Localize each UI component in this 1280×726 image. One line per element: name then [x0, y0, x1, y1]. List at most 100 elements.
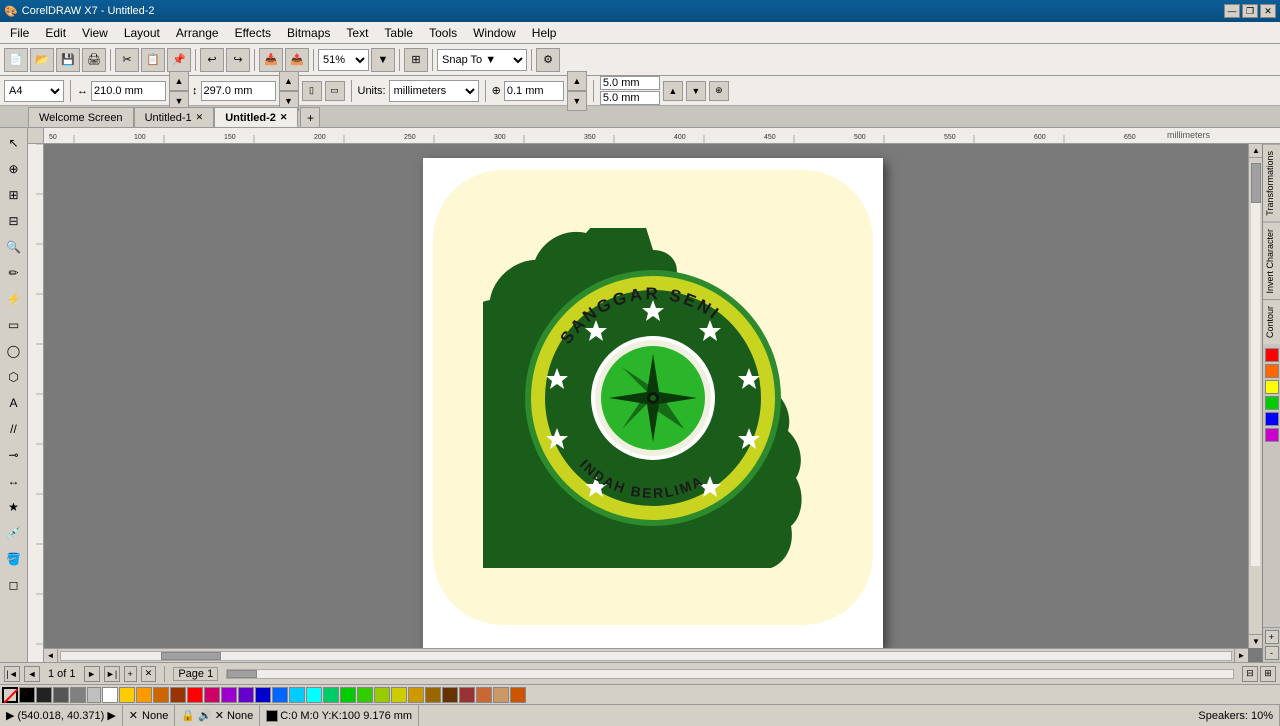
vertical-scrollbar[interactable]: ▲ ▼ — [1248, 144, 1262, 648]
nav-scroll-track[interactable] — [226, 669, 1234, 679]
next-page-btn[interactable]: ► — [84, 666, 100, 682]
tool-text[interactable]: A — [2, 391, 26, 415]
undo-button[interactable]: ↩ — [200, 48, 224, 72]
palette-gold[interactable] — [408, 687, 424, 703]
tab-add-button[interactable]: + — [300, 107, 320, 127]
options-btn[interactable]: ⚙ — [536, 48, 560, 72]
palette-purple[interactable] — [221, 687, 237, 703]
palette-brown[interactable] — [170, 687, 186, 703]
color-green[interactable] — [1265, 396, 1279, 410]
contour-panel[interactable]: Contour — [1263, 299, 1280, 344]
menu-table[interactable]: Table — [376, 24, 421, 42]
zoom-options[interactable]: ▼ — [371, 48, 395, 72]
tool-outline[interactable]: ◻ — [2, 573, 26, 597]
copy-button[interactable]: 📋 — [141, 48, 165, 72]
open-button[interactable]: 📂 — [30, 48, 54, 72]
menu-text[interactable]: Text — [338, 24, 376, 42]
palette-sienna[interactable] — [476, 687, 492, 703]
canvas-area[interactable]: SANGGAR SENI INDAH BERLIMA — [44, 144, 1262, 662]
menu-file[interactable]: File — [2, 24, 37, 42]
menu-arrange[interactable]: Arrange — [168, 24, 227, 42]
snap-to-select[interactable]: Snap To ▼ — [437, 49, 527, 71]
tab-untitled2-close[interactable]: ✕ — [280, 112, 288, 123]
color-blue[interactable] — [1265, 412, 1279, 426]
palette-midgray[interactable] — [70, 687, 86, 703]
palette-pink[interactable] — [204, 687, 220, 703]
palette-yellow-green[interactable] — [374, 687, 390, 703]
width-input[interactable] — [91, 81, 166, 101]
prev-page-btn[interactable]: ◄ — [24, 666, 40, 682]
menu-help[interactable]: Help — [524, 24, 565, 42]
tool-crop[interactable]: ⊟ — [2, 209, 26, 233]
play-button[interactable]: ▶ — [6, 709, 14, 722]
palette-aqua[interactable] — [306, 687, 322, 703]
palette-darkgray[interactable] — [36, 687, 52, 703]
width-up[interactable]: ▲ — [169, 71, 189, 91]
palette-black[interactable] — [19, 687, 35, 703]
scroll-left-button[interactable]: ◄ — [44, 649, 58, 663]
tool-transform[interactable]: ⊞ — [2, 183, 26, 207]
tool-interactive[interactable]: ★ — [2, 495, 26, 519]
no-fill-box[interactable] — [2, 687, 18, 703]
offset-up[interactable]: ▲ — [663, 81, 683, 101]
menu-view[interactable]: View — [74, 24, 116, 42]
full-screen[interactable]: ⊞ — [404, 48, 428, 72]
tool-ellipse[interactable]: ◯ — [2, 339, 26, 363]
print-button[interactable]: 🖨 — [82, 48, 106, 72]
menu-tools[interactable]: Tools — [421, 24, 465, 42]
horizontal-scrollbar[interactable]: ◄ ► — [44, 648, 1248, 662]
minimize-button[interactable]: — — [1224, 4, 1240, 18]
offset-down[interactable]: ▼ — [686, 81, 706, 101]
add-page-btn[interactable]: + — [124, 666, 137, 682]
tool-freehand[interactable]: ✏ — [2, 261, 26, 285]
palette-white[interactable] — [102, 687, 118, 703]
height-up[interactable]: ▲ — [279, 71, 299, 91]
portrait-btn[interactable]: ▯ — [302, 81, 322, 101]
zoom-in-button[interactable]: + — [1265, 630, 1279, 644]
menu-bitmaps[interactable]: Bitmaps — [279, 24, 338, 42]
invert-character-panel[interactable]: Invert Character — [1263, 222, 1280, 300]
tool-parallel[interactable]: // — [2, 417, 26, 441]
palette-orange[interactable] — [136, 687, 152, 703]
zoom-select[interactable]: 51% 100% 200% — [318, 49, 369, 71]
export-button[interactable]: 📤 — [285, 48, 309, 72]
delete-page-btn[interactable]: ✕ — [141, 666, 157, 682]
size-options[interactable]: ⊕ — [709, 81, 729, 101]
palette-red[interactable] — [187, 687, 203, 703]
new-button[interactable]: 📄 — [4, 48, 28, 72]
color-red[interactable] — [1265, 348, 1279, 362]
palette-maroon[interactable] — [459, 687, 475, 703]
offset-y-input[interactable] — [600, 91, 660, 105]
tool-rectangle[interactable]: ▭ — [2, 313, 26, 337]
restore-button[interactable]: ❐ — [1242, 4, 1258, 18]
palette-olive[interactable] — [391, 687, 407, 703]
menu-edit[interactable]: Edit — [37, 24, 74, 42]
scroll-up-button[interactable]: ▲ — [1249, 144, 1262, 158]
tool-polygon[interactable]: ⬡ — [2, 365, 26, 389]
color-yellow[interactable] — [1265, 380, 1279, 394]
height-input[interactable] — [201, 81, 276, 101]
offset-x-input[interactable] — [600, 76, 660, 90]
scroll-track-v[interactable] — [1251, 163, 1260, 566]
palette-teal[interactable] — [323, 687, 339, 703]
scroll-thumb-v[interactable] — [1251, 163, 1261, 203]
landscape-btn[interactable]: ▭ — [325, 81, 345, 101]
tool-connector[interactable]: ⊸ — [2, 443, 26, 467]
color-orange[interactable] — [1265, 364, 1279, 378]
tab-untitled1-close[interactable]: ✕ — [196, 112, 204, 123]
scroll-track-h[interactable] — [60, 651, 1232, 661]
tool-select[interactable]: ↖ — [2, 131, 26, 155]
last-page-btn[interactable]: ►| — [104, 666, 120, 682]
palette-bright-blue[interactable] — [272, 687, 288, 703]
menu-layout[interactable]: Layout — [116, 24, 168, 42]
palette-dark-brown[interactable] — [442, 687, 458, 703]
tool-node[interactable]: ⊕ — [2, 157, 26, 181]
palette-cyan[interactable] — [289, 687, 305, 703]
zoom-actual-btn[interactable]: ⊞ — [1260, 666, 1276, 682]
tab-untitled1[interactable]: Untitled-1 ✕ — [134, 107, 215, 127]
nudge-input[interactable] — [504, 81, 564, 101]
scroll-down-button[interactable]: ▼ — [1249, 634, 1262, 648]
nav-scroll-thumb[interactable] — [227, 670, 257, 678]
first-page-btn[interactable]: |◄ — [4, 666, 20, 682]
close-button[interactable]: ✕ — [1260, 4, 1276, 18]
